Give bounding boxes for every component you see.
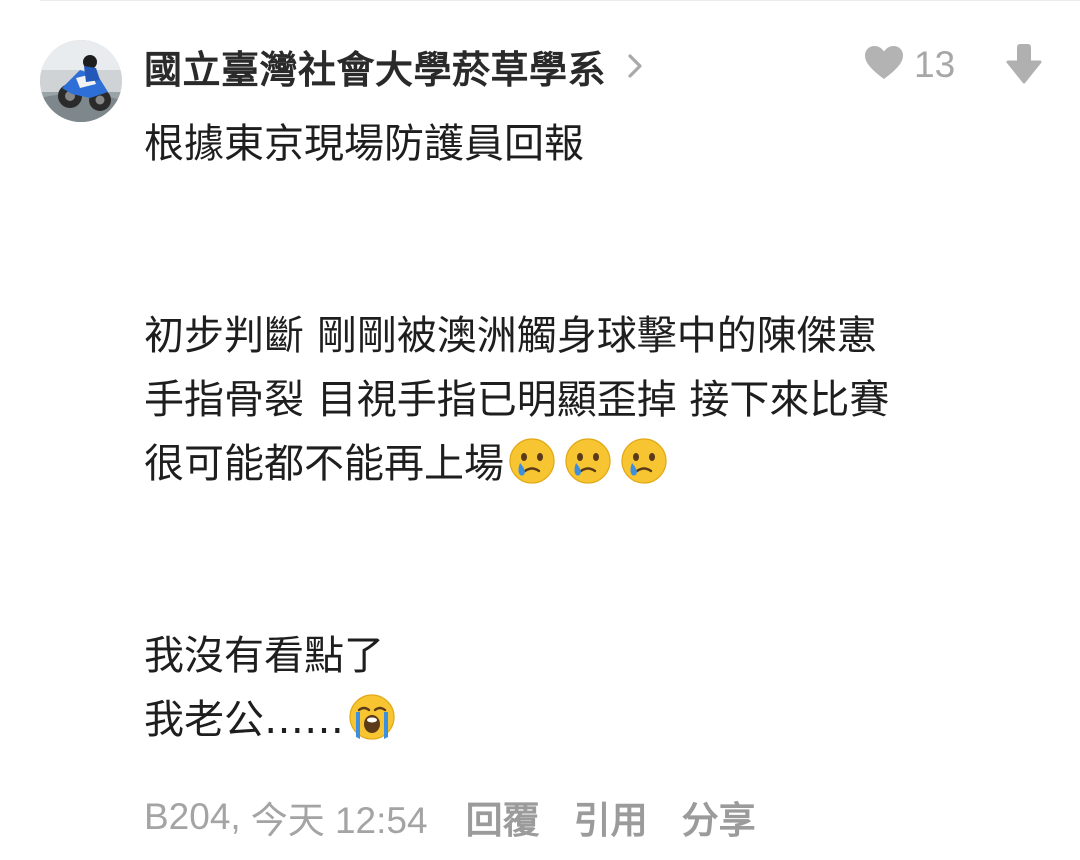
comment-line-with-emoji: 我老公…… (144, 688, 1054, 752)
reply-button[interactable]: 回覆 (466, 790, 540, 844)
share-button[interactable]: 分享 (682, 790, 756, 844)
motorcycle-racer-avatar-icon (40, 40, 122, 122)
like-button[interactable]: 13 (864, 40, 955, 90)
comment-line-with-emoji: 很可能都不能再上場 (144, 432, 1054, 496)
timestamp: 今天 12:54 (250, 800, 428, 841)
face-holding-back-tears-emoji (565, 438, 611, 484)
heart-icon[interactable] (864, 45, 904, 85)
comment-line: 我沒有看點了 (144, 633, 384, 679)
comment-line: 初步判斷 剛剛被澳洲觸身球擊中的陳傑憲 (144, 313, 877, 359)
loudly-crying-face-emoji (349, 694, 395, 740)
author-link[interactable]: 國立臺灣社會大學菸草學系 (144, 38, 650, 94)
face-holding-back-tears-emoji (621, 438, 667, 484)
avatar[interactable] (40, 40, 122, 122)
comment-line-text: 我老公…… (144, 697, 344, 743)
comment-card: 國立臺灣社會大學菸草學系 13 根據東京現場防護員回報 初步判斷 剛剛被澳洲觸身… (0, 0, 1080, 860)
comment-line: 手指骨裂 目視手指已明顯歪掉 接下來比賽 (144, 377, 890, 423)
comment-body: 根據東京現場防護員回報 初步判斷 剛剛被澳洲觸身球擊中的陳傑憲 手指骨裂 目視手… (144, 112, 1054, 752)
floor-number: B204, (144, 796, 241, 837)
comment-meta: B204, 今天 12:54 回覆 引用 分享 (144, 790, 756, 844)
face-holding-back-tears-emoji (509, 438, 555, 484)
comment-line: 根據東京現場防護員回報 (144, 121, 584, 167)
comment-line-text: 很可能都不能再上場 (144, 441, 504, 487)
quote-button[interactable]: 引用 (574, 790, 648, 844)
like-count: 13 (914, 44, 956, 85)
thumb-down-arrow-icon[interactable] (1006, 42, 1042, 86)
author-name[interactable]: 國立臺灣社會大學菸草學系 (144, 39, 606, 94)
chevron-right-icon[interactable] (628, 50, 650, 82)
